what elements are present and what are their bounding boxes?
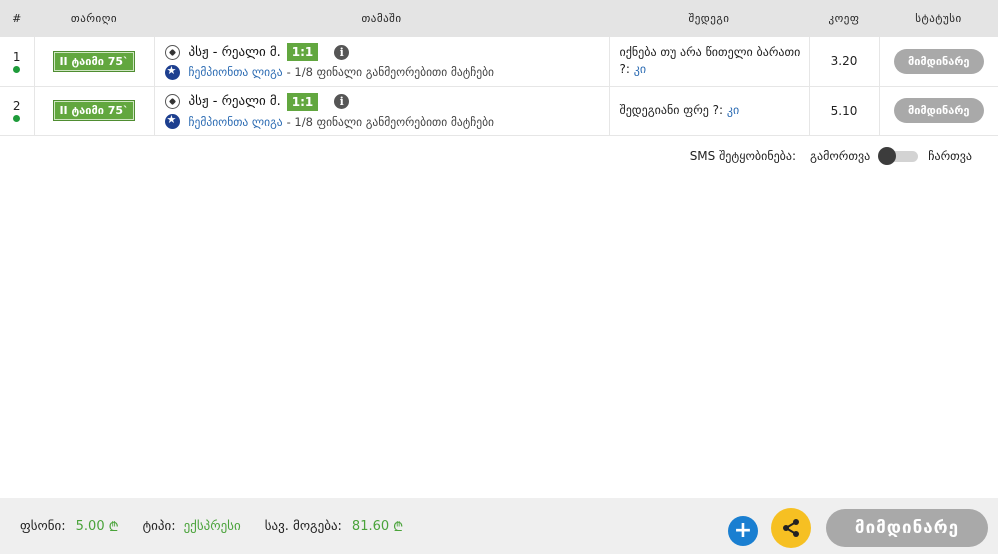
football-icon [164,44,180,60]
date-cell: II ტაიმი 75` [33,37,154,87]
bets-table: # თარიღი თამაში შედეგი კოეფ სტატუსი 1 II… [0,0,998,136]
status-badge: მიმდინარე [893,98,984,123]
win-summary: სავ. მოგება: 81.60 ₾ [264,517,404,536]
info-icon[interactable]: i [334,94,350,109]
match-score: 1:1 [286,43,319,62]
header-date: თარიღი [34,0,154,37]
table-row: 2 II ტაიმი 75` პსჟ - რეალი მ. 1:1 i ★ ჩე… [0,86,998,136]
share-icon [783,519,799,537]
header-odds: კოეფ [809,0,879,37]
league-link[interactable]: ჩემპიონთა ლიგა [189,115,283,129]
header-number: # [0,0,34,37]
match-teams[interactable]: პსჟ - რეალი მ. [189,94,281,109]
toggle-knob [878,147,897,165]
bet-choice: კი [633,62,647,77]
sms-label: SMS შეტყობინება: [689,149,797,163]
result-cell: შედეგიანი ფრე ?: კი [608,86,809,136]
status-cell: მიმდინარე [878,86,998,136]
live-indicator-icon [13,115,21,122]
bet-market: შედეგიანი ფრე ?: [619,103,724,117]
win-label: სავ. მოგება: [264,518,342,534]
bet-choice: კი [726,103,740,117]
win-value: 81.60 [351,518,390,534]
live-indicator-icon [13,65,21,73]
sms-notification-row: SMS შეტყობინება: გამორთვა ჩართვა [690,147,972,165]
league-link[interactable]: ჩემპიონთა ლიგა [189,65,283,79]
stake-value: 5.00 [75,518,105,534]
status-cell: მიმდინარე [878,37,998,87]
match-score: 1:1 [286,92,319,111]
table-row: 1 II ტაიმი 75` პსჟ - რეალი მ. 1:1 i ★ ჩე… [0,37,998,87]
header-status: სტატუსი [879,0,998,37]
info-icon[interactable]: i [334,44,350,60]
row-number-cell: 2 [0,86,34,136]
stake-label: ფსონი: [20,518,66,534]
football-icon [164,94,180,109]
odds-value: 3.20 [808,37,879,87]
currency-icon: ₾ [108,520,119,535]
game-cell: პსჟ - რეალი მ. 1:1 i ჩემპიონთა ლიგა - 1/… [153,37,609,87]
champions-league-icon [164,64,180,80]
match-time-badge: II ტაიმი 75` [53,50,135,72]
share-button[interactable] [771,508,811,548]
match-time-badge: II ტაიმი 75` [53,100,135,121]
type-value: ექსპრესი [183,518,241,534]
game-cell: პსჟ - რეალი მ. 1:1 i ჩემპიონთა ლიგა - 1/… [153,86,609,136]
table-header-row: # თარიღი თამაში შედეგი კოეფ სტატუსი [0,0,998,37]
type-label: ტიპი: [142,518,176,534]
currency-icon: ₾ [393,520,404,535]
sms-on-label[interactable]: ჩართვა [928,149,972,163]
sms-toggle[interactable] [878,147,919,165]
row-number-cell: 1 [0,37,34,87]
bet-market: იქნება თუ არა წითელი ბარათი ?: [619,45,801,77]
row-number: 2 [12,99,21,113]
odds-value: 5.10 [808,86,879,136]
match-stage: - 1/8 ფინალი განმეორებითი მატჩები [286,65,494,80]
header-result: შედეგი [609,0,809,37]
slip-status-button[interactable]: მიმდინარე [826,509,988,547]
champions-league-icon [164,113,180,129]
match-teams[interactable]: პსჟ - რეალი მ. [189,45,281,60]
add-button[interactable]: + [728,516,758,546]
status-badge: მიმდინარე [893,48,984,74]
row-number: 1 [12,49,21,64]
bet-slip-page: # თარიღი თამაში შედეგი კოეფ სტატუსი 1 II… [0,0,998,554]
result-cell: იქნება თუ არა წითელი ბარათი ?: კი [608,37,809,87]
header-game: თამაში [154,0,609,37]
date-cell: II ტაიმი 75` [33,86,154,136]
type-summary: ტიპი: ექსპრესი [143,519,241,534]
sms-off-label[interactable]: გამორთვა [810,149,870,163]
match-stage: - 1/8 ფინალი განმეორებითი მატჩები [286,114,494,129]
stake-summary: ფსონი: 5.00 ₾ [20,517,119,536]
